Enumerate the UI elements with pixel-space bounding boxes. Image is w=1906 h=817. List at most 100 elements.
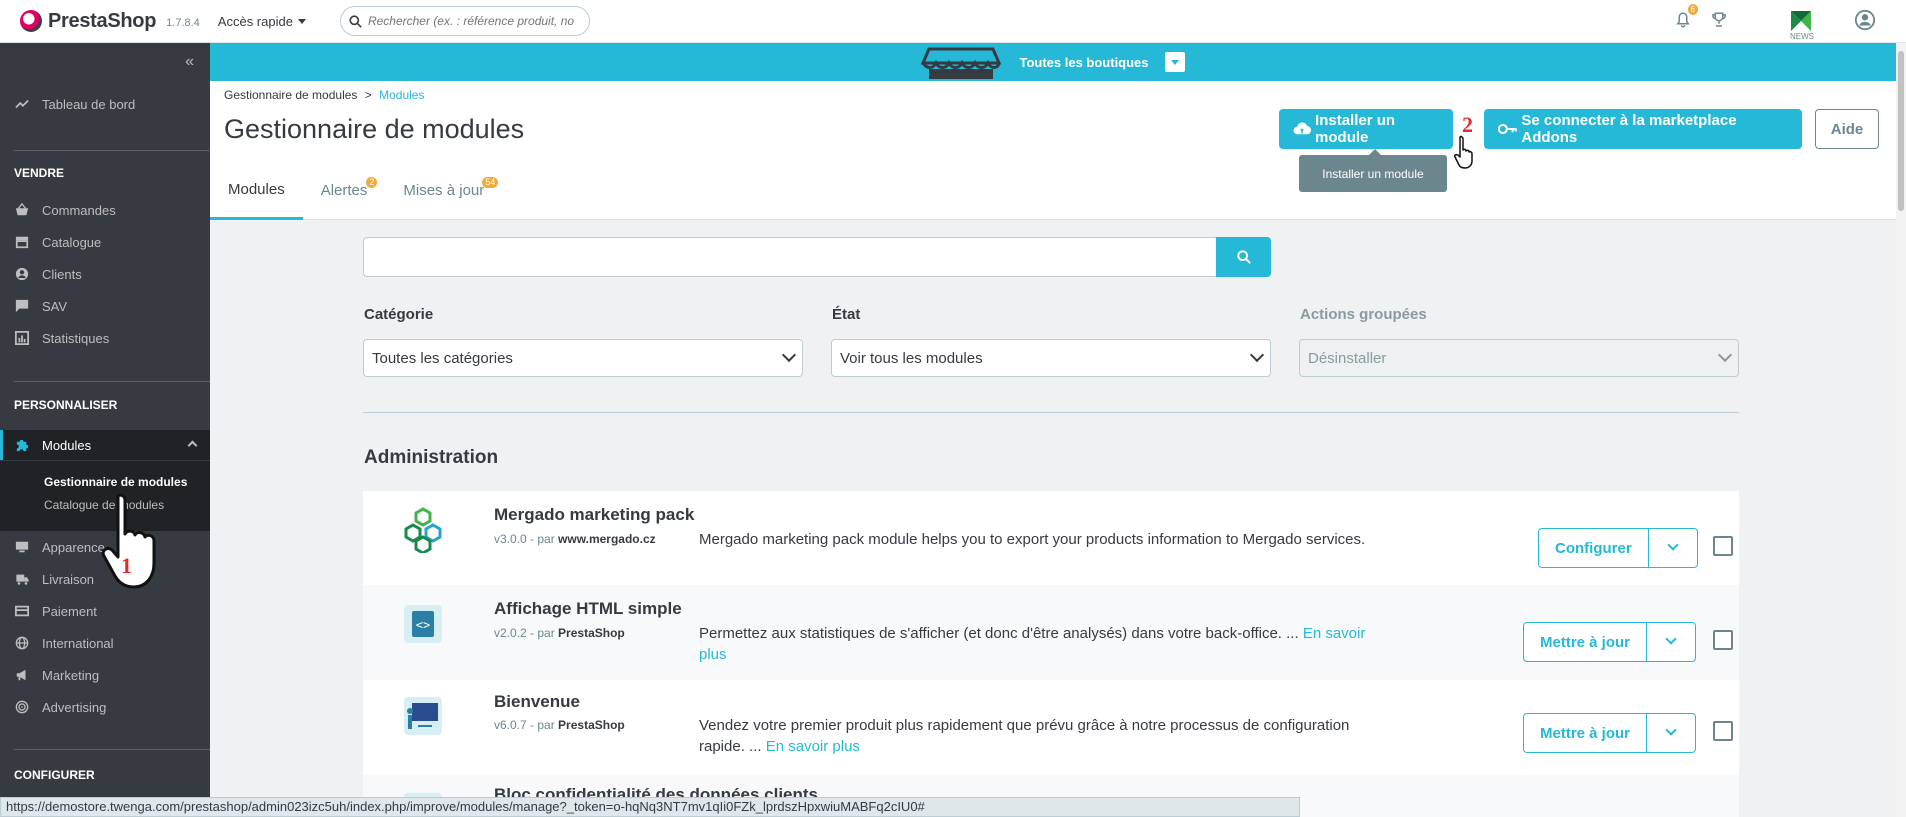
sidebar-item-advertising[interactable]: Advertising [0, 693, 210, 721]
shop-awning-icon [921, 47, 1002, 79]
tab-modules[interactable]: Modules [210, 161, 303, 220]
category-filter-label: Catégorie [364, 306, 434, 323]
key-icon [1498, 123, 1517, 135]
breadcrumb-current[interactable]: Modules [379, 88, 424, 102]
module-select-checkbox[interactable] [1713, 630, 1733, 650]
module-search-button[interactable] [1216, 237, 1271, 277]
header-search-input[interactable] [367, 14, 578, 28]
bulk-actions-value: Désinstaller [1308, 349, 1387, 367]
module-actions-dropdown[interactable] [1647, 714, 1695, 752]
active-indicator [0, 430, 3, 460]
module-update-button[interactable]: Mettre à jour [1524, 714, 1648, 752]
module-row: Mergado marketing pack v3.0.0 - par www.… [363, 491, 1739, 585]
state-select-value: Voir tous les modules [840, 349, 983, 367]
breadcrumb-separator: > [364, 88, 372, 102]
breadcrumb-parent[interactable]: Gestionnaire de modules [224, 88, 357, 102]
breadcrumb: Gestionnaire de modules > Modules [224, 88, 424, 102]
bulk-actions-label: Actions groupées [1300, 306, 1427, 323]
module-description: Vendez votre premier produit plus rapide… [699, 715, 1379, 757]
basket-icon [14, 203, 30, 217]
truck-icon [14, 572, 30, 586]
sidebar-item-orders[interactable]: Commandes [0, 196, 210, 224]
account-button[interactable] [1854, 9, 1876, 34]
collapse-sidebar-icon[interactable]: « [185, 53, 194, 71]
sidebar-item-sav[interactable]: SAV [0, 292, 210, 320]
sidebar-item-label: Clients [42, 266, 82, 282]
trophy-button[interactable] [1710, 11, 1728, 32]
mergado-logo-icon [1791, 10, 1811, 31]
notifications-button[interactable]: 6 [1674, 4, 1698, 32]
module-select-checkbox[interactable] [1713, 721, 1733, 741]
store-selector-bar[interactable]: Toutes les boutiques [210, 43, 1896, 81]
sidebar-divider [14, 150, 210, 151]
chat-icon [14, 299, 30, 313]
sidebar-divider [14, 381, 210, 382]
submenu-module-manager[interactable]: Gestionnaire de modules [44, 475, 187, 489]
state-select[interactable]: Voir tous les modules [831, 339, 1271, 377]
credit-card-icon [14, 604, 30, 618]
hand-cursor-icon [101, 493, 156, 589]
caret-down-icon [297, 18, 306, 24]
tab-alerts[interactable]: Alertes 2 [303, 161, 386, 220]
module-update-button[interactable]: Mettre à jour [1524, 623, 1648, 661]
category-select[interactable]: Toutes les catégories [363, 339, 803, 377]
module-tabs: Modules Alertes 2 Mises à jour 54 [210, 161, 502, 220]
sidebar-item-dashboard[interactable]: Tableau de bord [0, 90, 210, 118]
read-more-link[interactable]: En savoir plus [766, 738, 860, 755]
help-label: Aide [1830, 120, 1864, 138]
header-search[interactable] [339, 6, 590, 36]
store-icon [14, 235, 30, 249]
module-meta: v3.0.0 - par www.mergado.cz [494, 532, 656, 546]
module-meta: v2.0.2 - par PrestaShop [494, 626, 625, 640]
mergado-hexagon-icon [404, 507, 442, 553]
module-name: Affichage HTML simple [494, 599, 682, 618]
prestashop-logo[interactable]: PrestaShop 1.7.8.4 [20, 10, 200, 33]
top-header: PrestaShop 1.7.8.4 Accès rapide 6 NEWS [0, 0, 1906, 43]
module-description-text: Permettez aux statistiques de s'afficher… [699, 625, 1299, 642]
module-actions-dropdown[interactable] [1647, 623, 1695, 661]
sidebar-item-label: Statistiques [42, 330, 110, 346]
sidebar-section-sell: VENDRE [14, 166, 65, 180]
sidebar-item-label: Modules [42, 437, 92, 453]
bulk-actions-select[interactable]: Désinstaller [1299, 339, 1739, 377]
page-scrollbar[interactable] [1896, 43, 1906, 817]
page-header: Gestionnaire de modules > Modules Gestio… [210, 81, 1896, 220]
scrollbar-thumb[interactable] [1898, 51, 1904, 211]
module-search-input[interactable] [363, 237, 1216, 277]
sidebar-divider [14, 749, 210, 750]
install-module-button[interactable]: Installer un module [1279, 109, 1453, 149]
store-dropdown-button[interactable] [1164, 52, 1185, 72]
user-circle-icon [14, 267, 30, 281]
module-select-checkbox[interactable] [1713, 536, 1733, 556]
chevron-down-icon [1667, 539, 1679, 551]
target-icon [14, 700, 30, 714]
quick-access-dropdown[interactable]: Accès rapide [218, 14, 306, 29]
store-label: Toutes les boutiques [1019, 54, 1149, 70]
sidebar-item-label: International [42, 635, 114, 651]
tab-label: Alertes [320, 182, 368, 199]
module-actions-dropdown[interactable] [1649, 529, 1697, 567]
mergado-news-button[interactable]: NEWS [1786, 6, 1816, 41]
sidebar-item-customers[interactable]: Clients [0, 260, 210, 288]
sidebar-section-configure: CONFIGURER [14, 768, 95, 782]
sidebar-item-international[interactable]: International [0, 629, 210, 657]
module-version: v2.0.2 - par [494, 626, 555, 640]
sidebar-item-payment[interactable]: Paiement [0, 597, 210, 625]
sidebar-item-label: Paiement [42, 603, 97, 619]
sidebar-item-catalog[interactable]: Catalogue [0, 228, 210, 256]
cloud-upload-icon [1293, 122, 1312, 135]
module-action-group: Mettre à jour [1523, 713, 1697, 753]
sidebar-item-marketing[interactable]: Marketing [0, 661, 210, 689]
tab-updates[interactable]: Mises à jour 54 [385, 161, 502, 220]
module-description: Permettez aux statistiques de s'afficher… [699, 623, 1379, 665]
module-author: PrestaShop [558, 718, 625, 732]
module-author: PrestaShop [558, 626, 625, 640]
help-button[interactable]: Aide [1815, 109, 1879, 149]
addons-connect-button[interactable]: Se connecter à la marketplace Addons [1484, 109, 1802, 149]
sidebar-item-modules[interactable]: Modules [0, 430, 210, 460]
sidebar-item-stats[interactable]: Statistiques [0, 324, 210, 352]
pointer-cursor-icon [1454, 135, 1473, 169]
module-configure-button[interactable]: Configurer [1539, 529, 1649, 567]
module-row: <> Affichage HTML simple v2.0.2 - par Pr… [363, 585, 1739, 680]
puzzle-icon [14, 438, 30, 453]
